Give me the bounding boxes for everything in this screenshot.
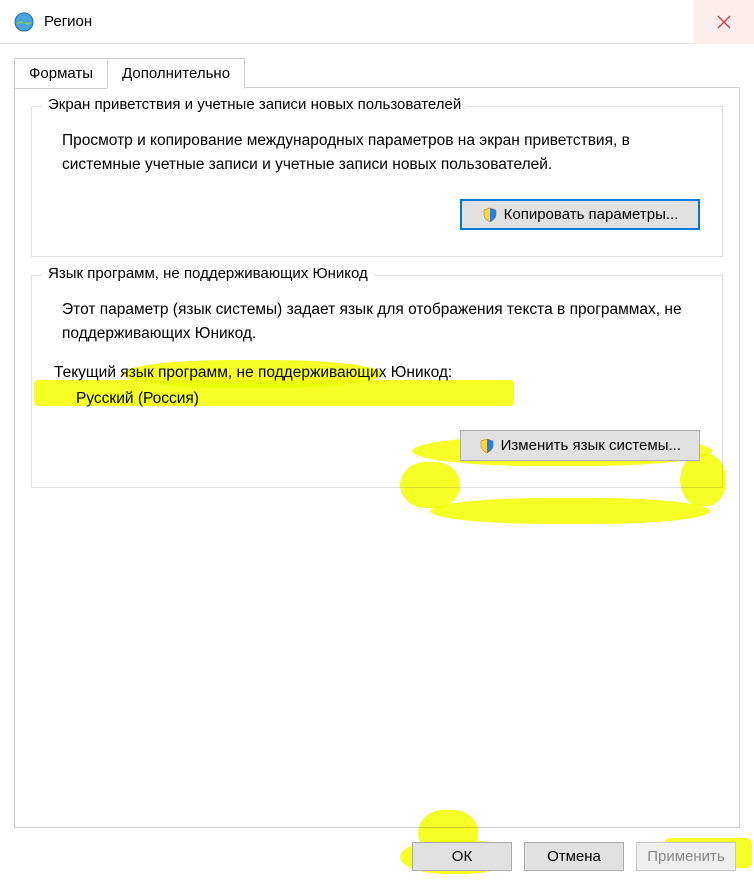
tab-area: Форматы Дополнительно Экран приветствия … — [0, 44, 754, 828]
tab-content: Экран приветствия и учетные записи новых… — [14, 88, 740, 828]
annotation-highlight — [430, 498, 710, 524]
copy-parameters-button[interactable]: Копировать параметры... — [460, 199, 700, 230]
tab-strip: Форматы Дополнительно — [14, 54, 740, 88]
group-welcome-legend: Экран приветствия и учетные записи новых… — [42, 96, 467, 113]
change-system-locale-label: Изменить язык системы... — [501, 437, 681, 454]
copy-parameters-label: Копировать параметры... — [504, 206, 679, 223]
current-language-value: Русский (Россия) — [76, 390, 700, 408]
cancel-button[interactable]: Отмена — [524, 842, 624, 871]
ok-label: ОК — [452, 848, 472, 865]
group-welcome-desc: Просмотр и копирование международных пар… — [54, 129, 700, 177]
titlebar: Регион — [0, 0, 754, 44]
tab-formats[interactable]: Форматы — [14, 58, 108, 89]
group-non-unicode-legend: Язык программ, не поддерживающих Юникод — [42, 265, 374, 282]
shield-icon — [479, 438, 495, 454]
tab-spacer — [244, 54, 740, 88]
current-language-label: Текущий язык программ, не поддерживающих… — [54, 364, 700, 382]
annotation-highlight — [680, 454, 726, 506]
globe-icon — [14, 12, 34, 32]
close-button[interactable] — [694, 0, 754, 44]
shield-icon — [482, 207, 498, 223]
group-non-unicode: Язык программ, не поддерживающих Юникод … — [31, 275, 723, 488]
change-system-locale-button[interactable]: Изменить язык системы... — [460, 430, 700, 461]
tab-additional[interactable]: Дополнительно — [107, 58, 245, 89]
close-icon — [717, 15, 731, 29]
tab-additional-label: Дополнительно — [122, 65, 230, 82]
annotation-highlight — [400, 462, 460, 508]
group-non-unicode-desc: Этот параметр (язык системы) задает язык… — [54, 298, 700, 346]
window-title: Регион — [44, 13, 694, 30]
tab-formats-label: Форматы — [29, 65, 93, 82]
apply-label: Применить — [647, 848, 725, 865]
group-welcome-accounts: Экран приветствия и учетные записи новых… — [31, 106, 723, 257]
dialog-button-bar: ОК Отмена Применить — [412, 842, 736, 871]
apply-button[interactable]: Применить — [636, 842, 736, 871]
cancel-label: Отмена — [547, 848, 601, 865]
ok-button[interactable]: ОК — [412, 842, 512, 871]
